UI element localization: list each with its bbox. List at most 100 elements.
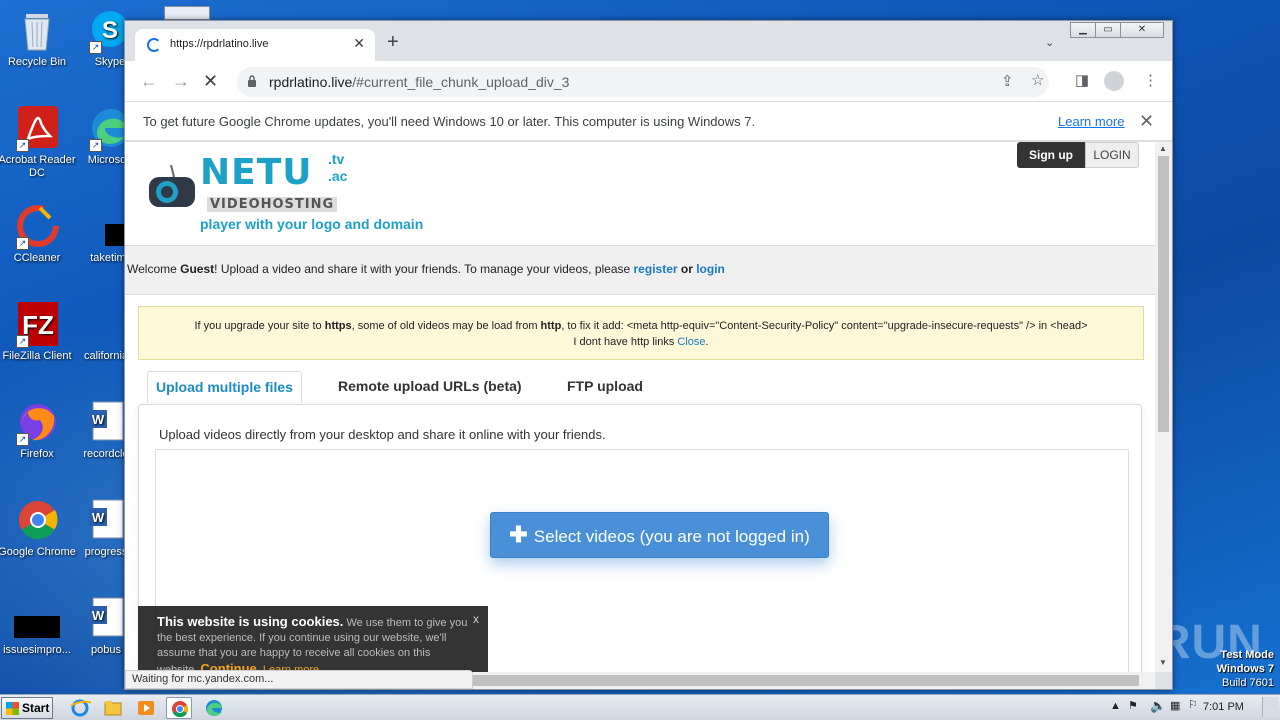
start-button[interactable]: Start <box>1 697 53 719</box>
share-icon[interactable]: ⇪ <box>1001 74 1014 90</box>
desktop-icon-label: CCleaner <box>13 252 61 264</box>
recycle-bin-icon <box>14 8 60 54</box>
taskbar-edge-icon[interactable] <box>201 697 227 719</box>
taskbar-media-player-icon[interactable] <box>133 697 159 719</box>
welcome-or: or <box>677 262 697 276</box>
desktop-icon-label: Google Chrome <box>0 546 76 558</box>
minimize-button[interactable]: ▁ <box>1070 22 1096 38</box>
login-button[interactable]: LOGIN <box>1085 142 1139 168</box>
bookmark-star-icon[interactable]: ☆ <box>1031 73 1044 89</box>
tray-expand-icon[interactable]: ▲ <box>1110 700 1121 712</box>
scroll-up-icon[interactable]: ▲ <box>1159 144 1167 153</box>
restore-button[interactable]: ▭ <box>1095 22 1121 38</box>
address-bar[interactable]: rpdrlatino.live/#current_file_chunk_uplo… <box>237 67 1049 97</box>
taskbar-chrome-icon[interactable] <box>166 697 192 719</box>
desktop-icon-acrobat[interactable]: ↗ Acrobat Reader DC <box>0 106 77 180</box>
login-link[interactable]: login <box>696 262 725 276</box>
browser-tab[interactable]: https://rpdrlatino.live ✕ <box>135 29 375 61</box>
select-videos-button[interactable]: ✚ Select videos (you are not logged in) <box>490 512 829 558</box>
notice-text: If you upgrade your site to <box>194 320 325 332</box>
window-controls: ▁ ▭ ✕ <box>1070 22 1164 38</box>
welcome-user: Guest <box>180 262 215 276</box>
upload-description: Upload videos directly from your desktop… <box>159 427 606 442</box>
chrome-icon <box>14 498 60 544</box>
browser-toolbar: ← → ✕ rpdrlatino.live/#current_file_chun… <box>125 61 1172 101</box>
desktop-icon-label: issuesimpro... <box>3 644 71 656</box>
chrome-window: https://rpdrlatino.live ✕ + ⌄ ▁ ▭ ✕ ← → … <box>124 20 1173 690</box>
profile-avatar-icon[interactable] <box>1104 71 1124 91</box>
welcome-text: ! Upload a video and share it with your … <box>214 262 634 276</box>
test-mode-line: Build 7601 <box>1222 677 1274 689</box>
scroll-down-icon[interactable]: ▼ <box>1159 658 1167 667</box>
black-file-icon <box>79 204 141 250</box>
notice-http: http <box>540 320 562 332</box>
tab-search-chevron-icon[interactable]: ⌄ <box>1045 36 1054 49</box>
desktop-icon-label: progress <box>84 546 128 558</box>
shortcut-arrow-icon: ↗ <box>89 41 102 54</box>
notice-https: https <box>324 320 352 332</box>
logo-tagline: player with your logo and domain <box>200 216 424 232</box>
show-desktop-button[interactable] <box>1262 697 1278 717</box>
shortcut-arrow-icon: ↗ <box>16 237 29 250</box>
tab-close-icon[interactable]: ✕ <box>353 35 365 52</box>
infobar-message: To get future Google Chrome updates, you… <box>143 114 756 129</box>
plus-icon: ✚ <box>509 522 534 547</box>
tab-ftp-upload[interactable]: FTP upload <box>567 371 643 403</box>
welcome-bar: Welcome Guest! Upload a video and share … <box>125 245 1155 295</box>
notice-close-link[interactable]: Close <box>677 336 705 348</box>
svg-text:W: W <box>92 510 105 525</box>
firefox-icon: ↗ <box>14 400 60 446</box>
menu-kebab-icon[interactable]: ⋮ <box>1143 73 1158 89</box>
svg-text:W: W <box>92 412 105 427</box>
sign-up-button[interactable]: Sign up <box>1017 142 1085 168</box>
taskbar-ie-icon[interactable] <box>67 697 93 719</box>
volume-icon[interactable]: 🔈 <box>1150 698 1166 714</box>
tab-remote-upload[interactable]: Remote upload URLs (beta) <box>338 371 522 403</box>
infobar-learn-more-link[interactable]: Learn more <box>1058 114 1124 129</box>
status-bubble: Waiting for mc.yandex.com... <box>125 670 473 689</box>
shortcut-arrow-icon: ↗ <box>16 335 29 348</box>
url-path: /#current_file_chunk_upload_div_3 <box>352 74 570 90</box>
desktop-icon-label: Acrobat Reader DC <box>0 154 76 179</box>
vertical-scrollbar[interactable]: ▲ ▼ <box>1155 142 1172 672</box>
logo-tv: .tv <box>328 151 345 167</box>
ccleaner-icon: ↗ <box>14 204 60 250</box>
close-window-button[interactable]: ✕ <box>1120 22 1164 38</box>
shortcut-arrow-icon: ↗ <box>89 139 102 152</box>
logo-subtitle: VIDEOHOSTING <box>207 197 338 212</box>
forward-arrow-icon[interactable]: → <box>172 71 190 91</box>
logo-wordmark[interactable]: NETU <box>200 152 313 193</box>
tab-upload-multiple-files[interactable]: Upload multiple files <box>147 371 302 403</box>
welcome-text: Welcome <box>127 262 181 276</box>
https-notice: If you upgrade your site to https, some … <box>138 306 1144 360</box>
back-arrow-icon[interactable]: ← <box>140 71 158 91</box>
desktop-icon-recycle-bin[interactable]: Recycle Bin <box>0 8 77 69</box>
shortcut-arrow-icon: ↗ <box>16 433 29 446</box>
word-document-icon: W <box>83 400 129 446</box>
notice-period: . <box>705 336 709 348</box>
taskbar-explorer-icon[interactable] <box>100 697 126 719</box>
action-center-flag-icon[interactable]: ⚑ <box>1128 699 1138 712</box>
word-document-icon: W <box>83 498 129 544</box>
desktop-icon-label: Firefox <box>20 448 54 460</box>
infobar-close-icon[interactable]: ✕ <box>1139 111 1154 132</box>
tab-strip: https://rpdrlatino.live ✕ + ⌄ ▁ ▭ ✕ <box>125 21 1172 61</box>
filezilla-icon: FZ ↗ <box>14 302 60 348</box>
notice-line: If you upgrade your site to https, some … <box>149 318 1133 334</box>
netu-logo-icon <box>149 165 195 207</box>
desktop-icon-label: Skype <box>94 56 126 68</box>
partial-file-icon[interactable] <box>164 6 210 20</box>
clock[interactable]: 7:01 PM <box>1203 701 1244 713</box>
network-icon[interactable]: ▦ <box>1170 699 1180 712</box>
new-tab-icon[interactable]: + <box>387 32 399 52</box>
scroll-thumb[interactable] <box>1158 156 1169 432</box>
acrobat-icon: ↗ <box>14 106 60 152</box>
register-link[interactable]: register <box>634 262 678 276</box>
desktop-icon-label: pobus <box>91 644 121 656</box>
stop-loading-icon[interactable]: ✕ <box>203 71 218 91</box>
black-file-icon <box>14 596 60 642</box>
cookie-close-icon[interactable]: x <box>473 612 479 627</box>
flag-icon[interactable]: ⚐ <box>1188 698 1198 711</box>
side-panel-icon[interactable]: ◨ <box>1075 73 1089 89</box>
notice-text: , some of old videos may be load from <box>351 320 541 332</box>
